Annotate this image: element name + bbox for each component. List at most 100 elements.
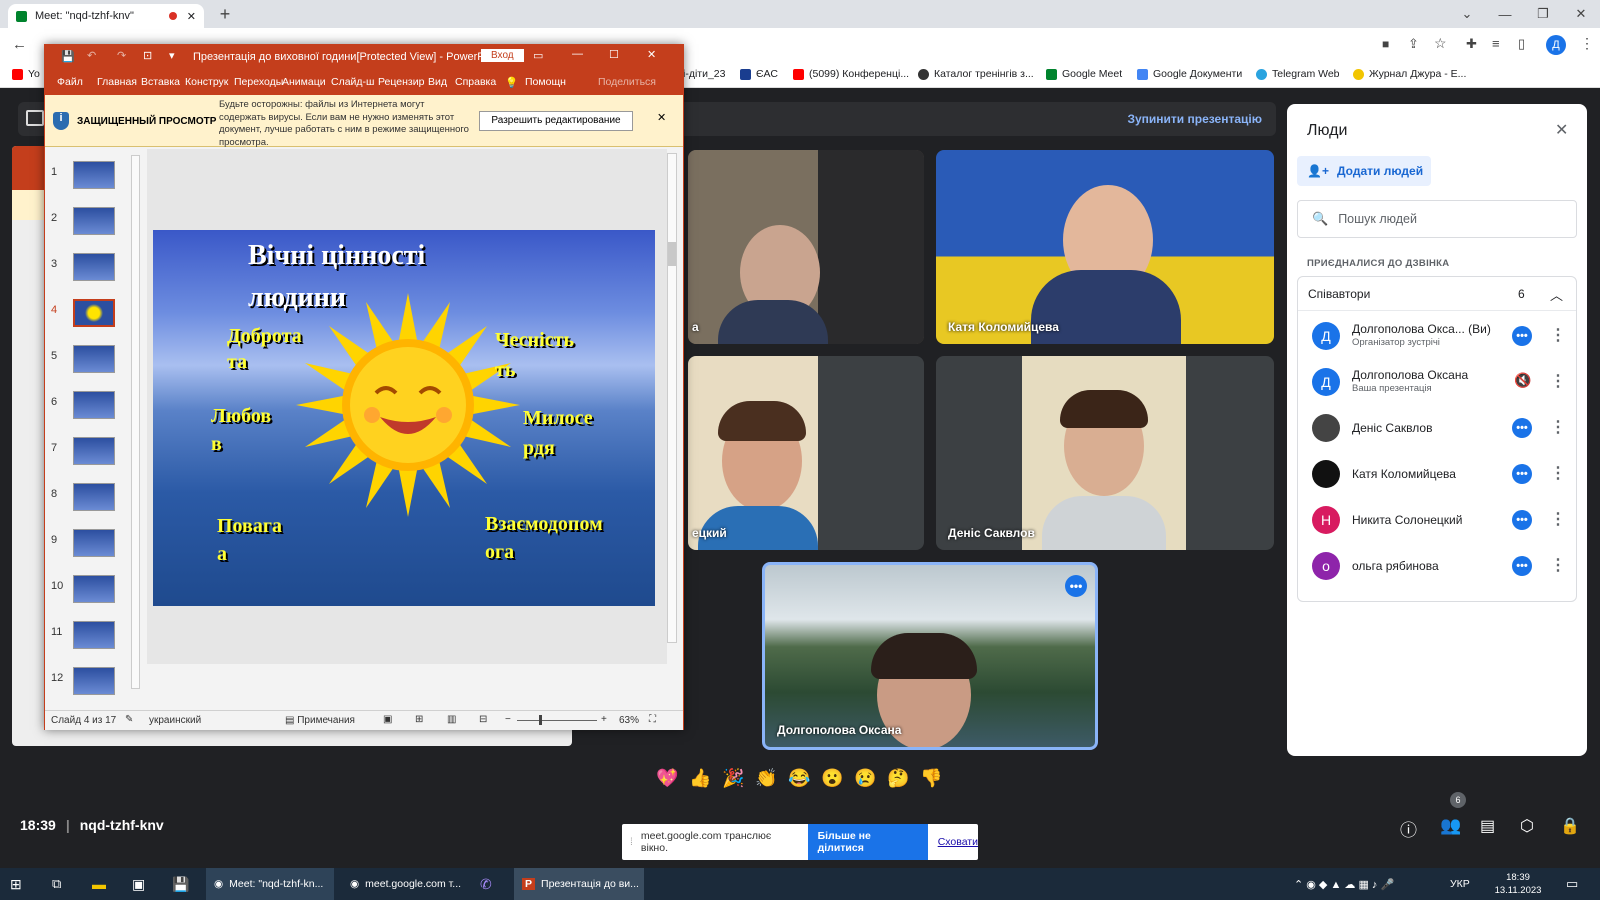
star-icon[interactable]: ☆ [1434,35,1447,52]
slide-thumbnail[interactable] [73,483,115,511]
bookmark-google-meet[interactable]: Google Meet [1046,68,1122,80]
language-indicator[interactable]: УКР [1450,868,1470,900]
more-options-icon[interactable]: ••• [1512,510,1532,530]
tab-design[interactable]: Конструк [185,76,228,88]
redo-icon[interactable]: ↷ [117,49,126,62]
zoom-slider[interactable] [517,720,597,721]
sidebar-icon[interactable]: ▯ [1518,36,1525,52]
slide-thumbnail-active[interactable] [73,299,115,327]
undo-icon[interactable]: ↶ [87,49,96,62]
tab-view[interactable]: Вид [428,76,447,88]
thumbnail-scrollbar[interactable] [131,155,140,689]
tab-help[interactable]: Справка [455,76,496,88]
present-icon[interactable]: ⊡ [143,49,152,62]
maximize-button[interactable]: ☐ [609,48,619,61]
info-icon[interactable]: ⓘ [1400,816,1417,841]
reaction-thumbs-down[interactable]: 👎 [920,768,942,789]
more-options-icon[interactable]: ••• [1512,326,1532,346]
zoom-in-icon[interactable]: + [601,714,607,725]
bookmark-children[interactable]: і-діти_23 [683,68,725,80]
reading-view-icon[interactable]: ▥ [447,714,456,725]
reaction-laugh[interactable]: 😂 [788,768,810,789]
taskbar-item-powerpoint[interactable]: P Презентація до ви... [514,868,644,900]
video-tile[interactable]: ецкий [688,356,924,550]
media-icon[interactable]: ≡ [1492,36,1500,51]
video-tile[interactable]: а [688,150,924,344]
minimize-button[interactable]: — [572,48,583,60]
kebab-menu-icon[interactable]: ⋮ [1550,325,1566,345]
taskbar-item-meet-share[interactable]: ◉ meet.google.com т... [342,868,470,900]
participant-row[interactable]: Н Никита Солонецкий ••• ⋮ [1287,498,1587,544]
reaction-party[interactable]: 🎉 [722,768,744,789]
tab-close-icon[interactable]: ✕ [187,10,196,23]
chat-icon[interactable]: ▤ [1480,816,1495,836]
tab-search-icon[interactable]: ⌄ [1448,0,1486,28]
slide-thumbnail[interactable] [73,529,115,557]
slide-thumbnail[interactable] [73,621,115,649]
drag-handle-icon[interactable]: ⁞ [630,836,633,848]
slide-scrollbar[interactable] [667,153,677,643]
bookmark-dzhura[interactable]: Журнал Джура - Е... [1353,68,1466,80]
reaction-thinking[interactable]: 🤔 [887,768,909,789]
share-button[interactable]: Поделиться [598,76,656,88]
zoom-out-icon[interactable]: − [505,714,511,725]
zoom-level[interactable]: 63% [619,715,639,726]
language-indicator[interactable]: украинский [149,715,201,726]
proofing-icon[interactable]: ✎ [125,714,133,725]
back-arrow-icon[interactable]: ← [12,36,27,53]
tell-me-button[interactable]: Помощн [525,76,566,88]
kebab-menu-icon[interactable]: ⋮ [1550,417,1566,437]
search-people-input[interactable]: 🔍 Пошук людей [1297,200,1577,238]
tile-more-options-icon[interactable]: ••• [1065,575,1087,597]
reaction-surprised[interactable]: 😮 [821,768,843,789]
normal-view-icon[interactable]: ▣ [383,714,392,725]
participant-row[interactable]: Д Долгополова Оксана Ваша презентація 🔇 … [1287,360,1587,406]
customize-icon[interactable]: ▾ [169,49,175,62]
group-header[interactable]: Співавтори 6 ︿ [1298,277,1576,311]
stop-sharing-button[interactable]: Більше не ділитися [807,824,928,860]
tab-animations[interactable]: Анимаци [282,76,326,88]
browser-tab-meet[interactable]: Meet: "nqd-tzhf-knv" ✕ [8,4,204,28]
fit-to-window-icon[interactable]: ⛶ [649,714,656,725]
bookmark-telegram[interactable]: Telegram Web [1256,68,1340,80]
save-icon[interactable]: 💾 [61,50,75,63]
chevron-up-icon[interactable]: ︿ [1550,285,1563,304]
enable-editing-button[interactable]: Разрешить редактирование [479,111,633,131]
kebab-menu-icon[interactable]: ⋮ [1550,463,1566,483]
slide-thumbnail[interactable] [73,161,115,189]
menu-kebab-icon[interactable]: ⋮ [1580,35,1594,52]
reaction-sad[interactable]: 😢 [854,768,876,789]
close-bar-icon[interactable]: ✕ [657,111,666,124]
save-app-icon[interactable]: 💾 [172,868,189,900]
profile-avatar[interactable]: Д [1546,35,1566,55]
participant-row[interactable]: Катя Коломийцева ••• ⋮ [1287,452,1587,498]
reaction-clap[interactable]: 👏 [755,768,777,789]
tab-home[interactable]: Главная [97,76,137,88]
more-options-icon[interactable]: ••• [1512,464,1532,484]
slide-thumbnail[interactable] [73,437,115,465]
video-tile-katia[interactable]: Катя Коломийцева [936,150,1274,344]
stop-presentation-button[interactable]: Зупинити презентацію [1127,112,1262,126]
participant-row[interactable]: Деніс Саквлов ••• ⋮ [1287,406,1587,452]
slide-thumbnail[interactable] [73,345,115,373]
notifications-icon[interactable]: ▭ [1566,868,1578,900]
ribbon-display-icon[interactable]: ▭ [533,49,543,62]
bookmark-google-docs[interactable]: Google Документи [1137,68,1242,80]
task-view-icon[interactable]: ⧉ [52,868,61,900]
tab-file[interactable]: Файл [57,76,83,88]
tab-review[interactable]: Рецензир [378,76,424,88]
store-icon[interactable]: ▣ [132,868,145,900]
restore-button[interactable]: ❐ [1524,0,1562,28]
close-icon[interactable]: ✕ [1555,120,1568,140]
slide-sorter-icon[interactable]: ⊞ [415,714,423,725]
reaction-heart[interactable]: 💖 [656,768,678,789]
slide-thumbnail[interactable] [73,667,115,695]
people-icon[interactable]: 👥 [1440,816,1461,836]
file-explorer-icon[interactable]: ▬ [92,868,106,900]
slideshow-icon[interactable]: ⊟ [479,714,487,725]
notes-button[interactable]: ▤ Примечания [285,715,355,726]
tab-slideshow[interactable]: Слайд-ш [331,76,374,88]
tab-transitions[interactable]: Переходы [234,76,283,88]
share-icon[interactable]: ⇪ [1408,36,1419,52]
minimize-button[interactable]: — [1486,0,1524,28]
